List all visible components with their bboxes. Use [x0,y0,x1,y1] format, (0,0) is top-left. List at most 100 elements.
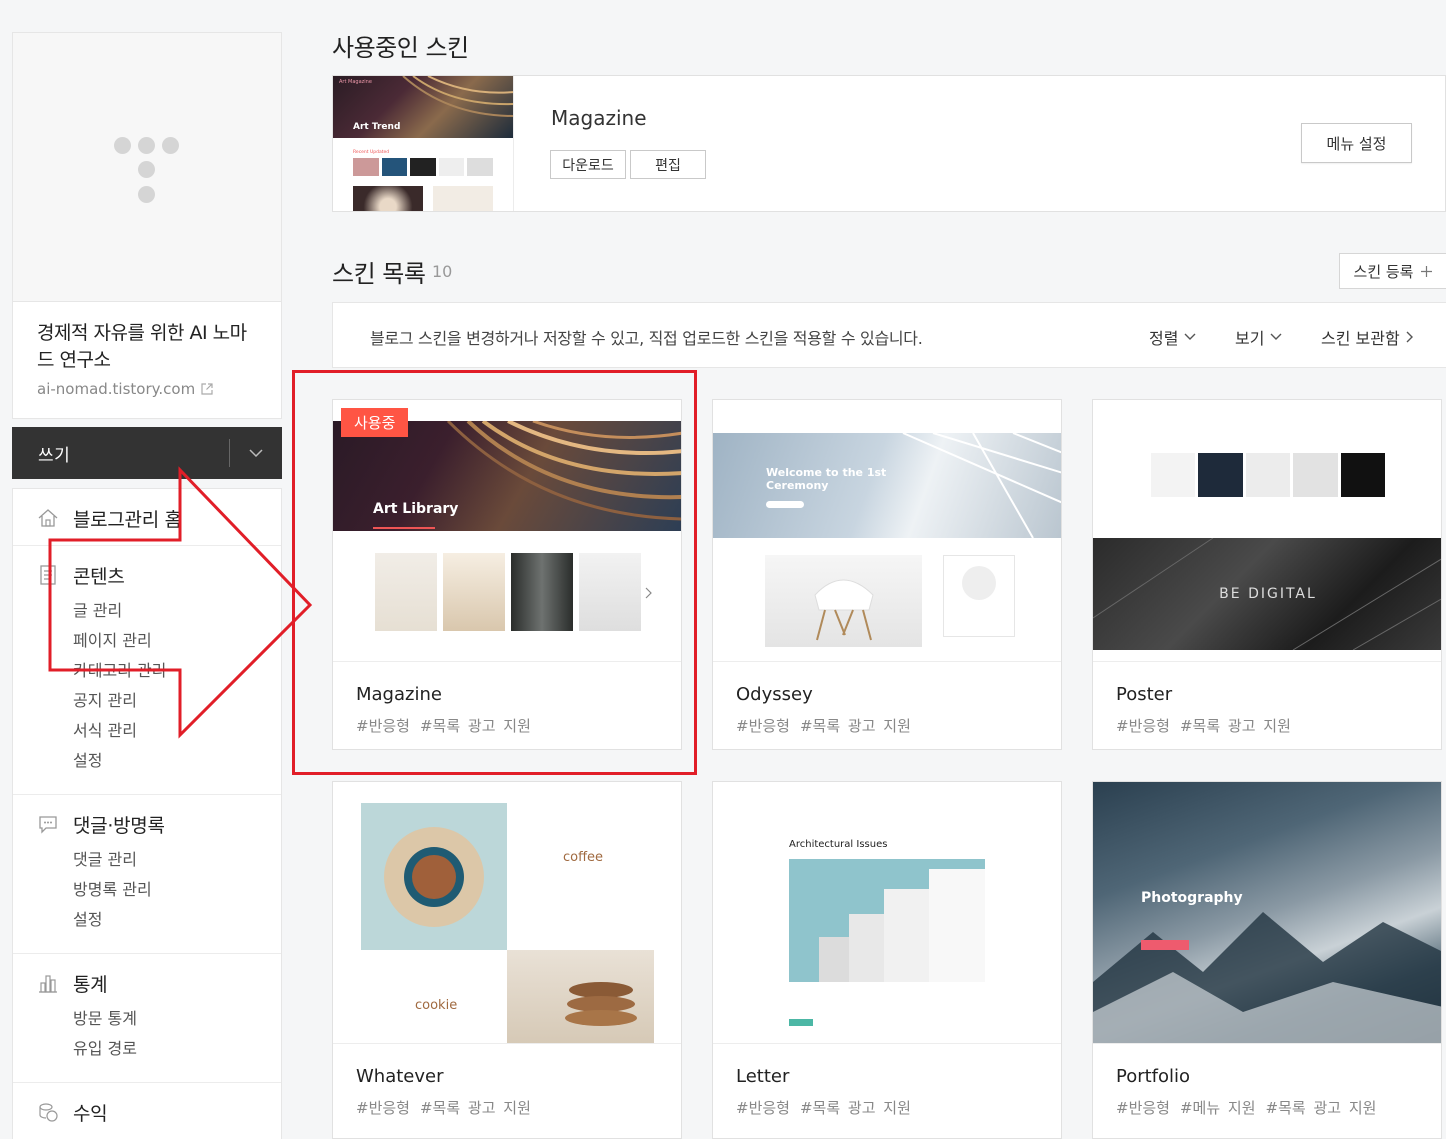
skin-card-portfolio[interactable]: Photography Portfolio #반응형 #메뉴 지원 #목록 광고 지… [1092,781,1442,1139]
preview-thumb [1293,453,1338,497]
preview-thumb [375,553,437,631]
menu-head-label: 댓글·방명록 [73,814,165,837]
download-button[interactable]: 다운로드 [550,150,626,179]
menu-item-comment-settings[interactable]: 설정 [73,905,281,935]
skin-info-bar: 블로그 스킨을 변경하거나 저장할 수 있고, 직접 업로드한 스킨을 적용할 … [332,302,1446,368]
preview-underline [373,527,435,529]
menu-item-posts[interactable]: 글 관리 [73,596,281,626]
skin-tag: #목록 광고 지원 [799,1099,911,1117]
sort-dropdown[interactable]: 정렬 [1149,325,1196,349]
tistory-logo-dot [138,161,155,178]
blog-title[interactable]: 경제적 자유를 위한 AI 노마드 연구소 [37,320,259,374]
menu-head-contents[interactable]: 콘텐츠 [13,562,281,588]
menu-item-pages[interactable]: 페이지 관리 [73,626,281,656]
chevron-right-icon [1406,331,1413,343]
menu-item-categories[interactable]: 카테고리 관리 [73,656,281,686]
skin-tag: #목록 광고 지원 [1265,1099,1377,1117]
blog-url-link[interactable]: ai-nomad.tistory.com [37,380,259,398]
menu-group-home: 블로그관리 홈 [13,489,281,546]
current-skin-panel: Art Magazine Art Trend Recent Updated Ma… [332,75,1446,212]
skin-card-odyssey[interactable]: Welcome to the 1st Ceremony Odyssey #반응형… [712,399,1062,750]
preview-title: Welcome to the 1st Ceremony [766,466,887,492]
blog-info: 경제적 자유를 위한 AI 노마드 연구소 ai-nomad.tistory.c… [12,302,282,419]
menu-settings-button[interactable]: 메뉴 설정 [1301,123,1412,163]
menu-sub-list: 글 관리 페이지 관리 카테고리 관리 공지 관리 서식 관리 설정 [13,596,281,776]
menu-head-comments[interactable]: 댓글·방명록 [13,811,281,837]
menu-item-notices[interactable]: 공지 관리 [73,686,281,716]
menu-item-visit-stats[interactable]: 방문 통계 [73,1004,281,1034]
menu-group-revenue: 수익 [13,1083,281,1139]
skin-preview[interactable]: Welcome to the 1st Ceremony [713,400,1061,662]
skin-preview[interactable]: Architectural Issues [713,782,1061,1044]
preview-chair-image [765,555,922,647]
menu-item-comments[interactable]: 댓글 관리 [73,845,281,875]
thumb-image [467,158,493,176]
menu-head-revenue[interactable]: 수익 [13,1099,281,1125]
menu-sub-list: 댓글 관리 방명록 관리 설정 [13,845,281,935]
menu-item-content-settings[interactable]: 설정 [73,746,281,776]
blog-profile-image[interactable] [12,32,282,302]
skin-tags: #반응형 #목록 광고 지원 [736,715,921,736]
skin-name: Poster [1116,684,1173,705]
menu-group-contents: 콘텐츠 글 관리 페이지 관리 카테고리 관리 공지 관리 서식 관리 설정 [13,546,281,795]
skin-card-magazine[interactable]: 사용중 Art Library Magazine #반응형 #목록 광고 지원 [332,399,682,750]
write-options-toggle[interactable] [230,427,282,479]
chevron-down-icon [249,449,263,457]
external-link-icon[interactable] [201,383,213,395]
menu-head-stats[interactable]: 통계 [13,970,281,996]
skin-tag: #목록 광고 지원 [1179,717,1291,735]
current-skin-thumbnail[interactable]: Art Magazine Art Trend Recent Updated [333,76,514,211]
preview-avatar [962,566,996,600]
current-skin-heading: 사용중인 스킨 [332,34,469,62]
preview-thumb-row [375,553,641,631]
skin-storage-link[interactable]: 스킨 보관함 [1321,325,1414,349]
menu-head-label: 수익 [73,1102,108,1125]
chair-art [814,579,874,641]
skin-tags: #반응형 #목록 광고 지원 [1116,715,1301,736]
skin-card-letter[interactable]: Architectural Issues Letter #반응형 #목록 광고 지… [712,781,1062,1139]
menu-item-guestbook[interactable]: 방명록 관리 [73,875,281,905]
skin-name: Portfolio [1116,1066,1191,1087]
menu-group-comments: 댓글·방명록 댓글 관리 방명록 관리 설정 [13,795,281,954]
menu-item-templates[interactable]: 서식 관리 [73,716,281,746]
landscape-art [1093,912,1441,1043]
skin-card-whatever[interactable]: coffee cookie Whatever #반응형 #목록 광고 지원 [332,781,682,1139]
thumb-image [410,158,436,176]
skin-preview[interactable]: coffee cookie [333,782,681,1044]
view-dropdown[interactable]: 보기 [1235,325,1282,349]
skin-preview[interactable]: BE DIGITAL [1093,400,1441,662]
admin-menu: 블로그관리 홈 콘텐츠 글 관리 페이지 관리 카테고리 관리 공지 관리 서식… [12,488,282,1139]
skin-storage-label: 스킨 보관함 [1321,329,1400,348]
preview-thumb [1198,453,1243,497]
thumb-image [433,186,493,211]
tistory-logo-dot [138,186,155,203]
home-icon [38,509,58,527]
write-button[interactable]: 쓰기 [12,441,229,466]
skin-tag: #반응형 [1116,717,1170,735]
preview-thumb-row [1151,453,1386,497]
skin-card-poster[interactable]: BE DIGITAL Poster #반응형 #목록 광고 지원 [1092,399,1442,750]
blog-url[interactable]: ai-nomad.tistory.com [37,380,195,398]
register-skin-button[interactable]: 스킨 등록 [1339,253,1446,289]
tistory-logo-dot [138,137,155,154]
edit-button[interactable]: 편집 [630,150,706,179]
skin-preview[interactable]: Art Library [333,400,681,662]
menu-group-stats: 통계 방문 통계 유입 경로 [13,954,281,1083]
preview-building-image [789,859,985,982]
menu-head-home[interactable]: 블로그관리 홈 [13,505,281,531]
preview-hero: BE DIGITAL [1093,538,1441,650]
menu-head-label: 블로그관리 홈 [73,508,182,531]
menu-item-referrers[interactable]: 유입 경로 [73,1034,281,1064]
skin-count: 10 [432,262,453,281]
skin-tag: #목록 광고 지원 [419,1099,531,1117]
skin-preview[interactable]: Photography [1093,782,1441,1044]
skin-tag: #반응형 [736,717,790,735]
preview-title: Art Library [373,501,459,517]
speech-bubble-icon [39,816,57,834]
thumb-section-label: Recent Updated [353,150,390,155]
chevron-down-icon [1270,333,1282,340]
tistory-logo-dot [162,137,179,154]
tistory-logo-icon [114,137,131,154]
chevron-right-icon[interactable] [645,587,653,599]
preview-read-more [789,1019,813,1026]
